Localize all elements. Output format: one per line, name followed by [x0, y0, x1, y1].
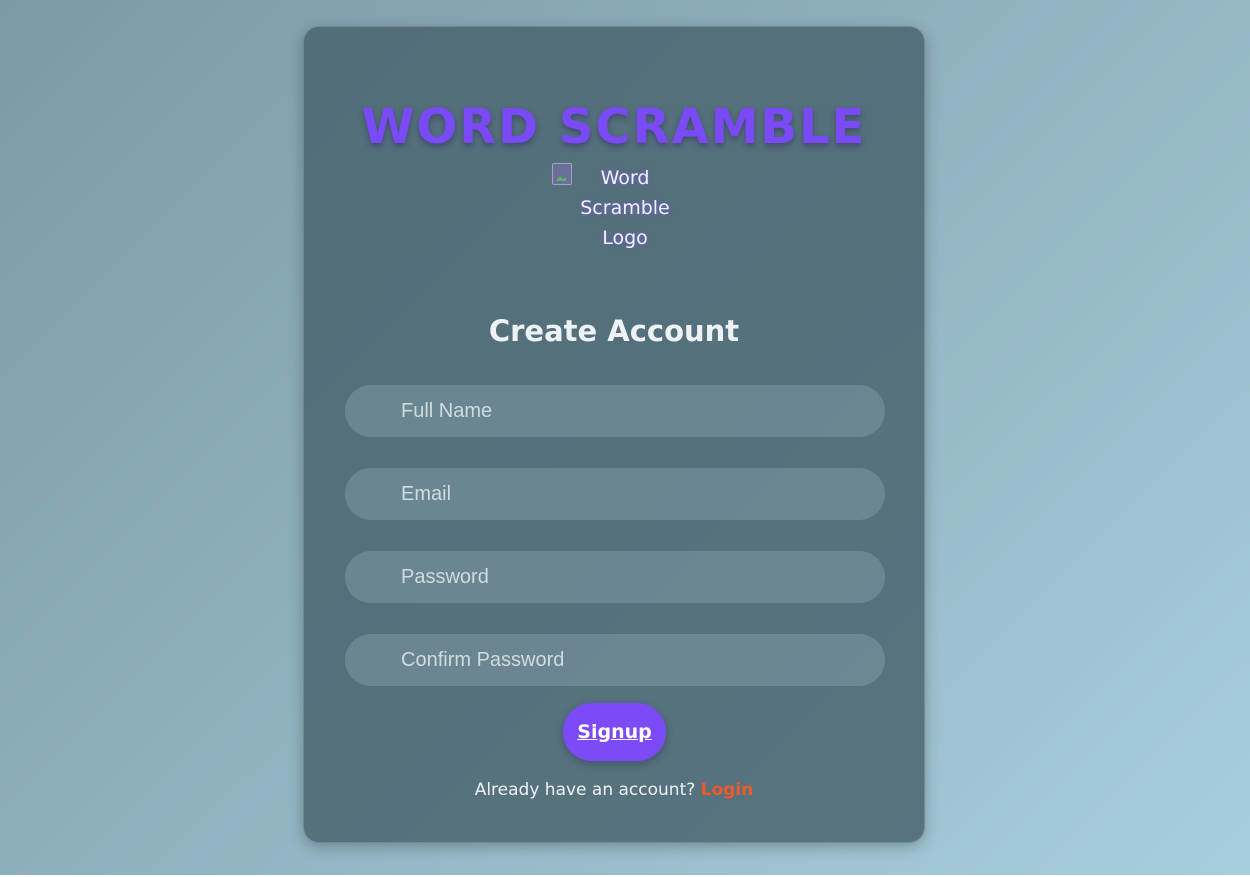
signup-card: WORD SCRAMBLE Word Scramble Logo Create … [303, 26, 925, 843]
form-heading: Create Account [488, 314, 740, 348]
email-input[interactable] [345, 468, 885, 520]
full-name-input[interactable] [345, 385, 885, 437]
password-input[interactable] [345, 551, 885, 603]
app-title: WORD SCRAMBLE [361, 99, 867, 155]
login-prompt: Already have an account? Login [304, 777, 924, 803]
confirm-password-input[interactable] [345, 634, 885, 686]
broken-image-icon [552, 163, 572, 185]
logo: Word Scramble Logo [552, 161, 678, 257]
login-link[interactable]: Login [701, 780, 754, 800]
login-prompt-text: Already have an account? [474, 780, 696, 800]
signup-button[interactable]: Signup [563, 703, 666, 761]
